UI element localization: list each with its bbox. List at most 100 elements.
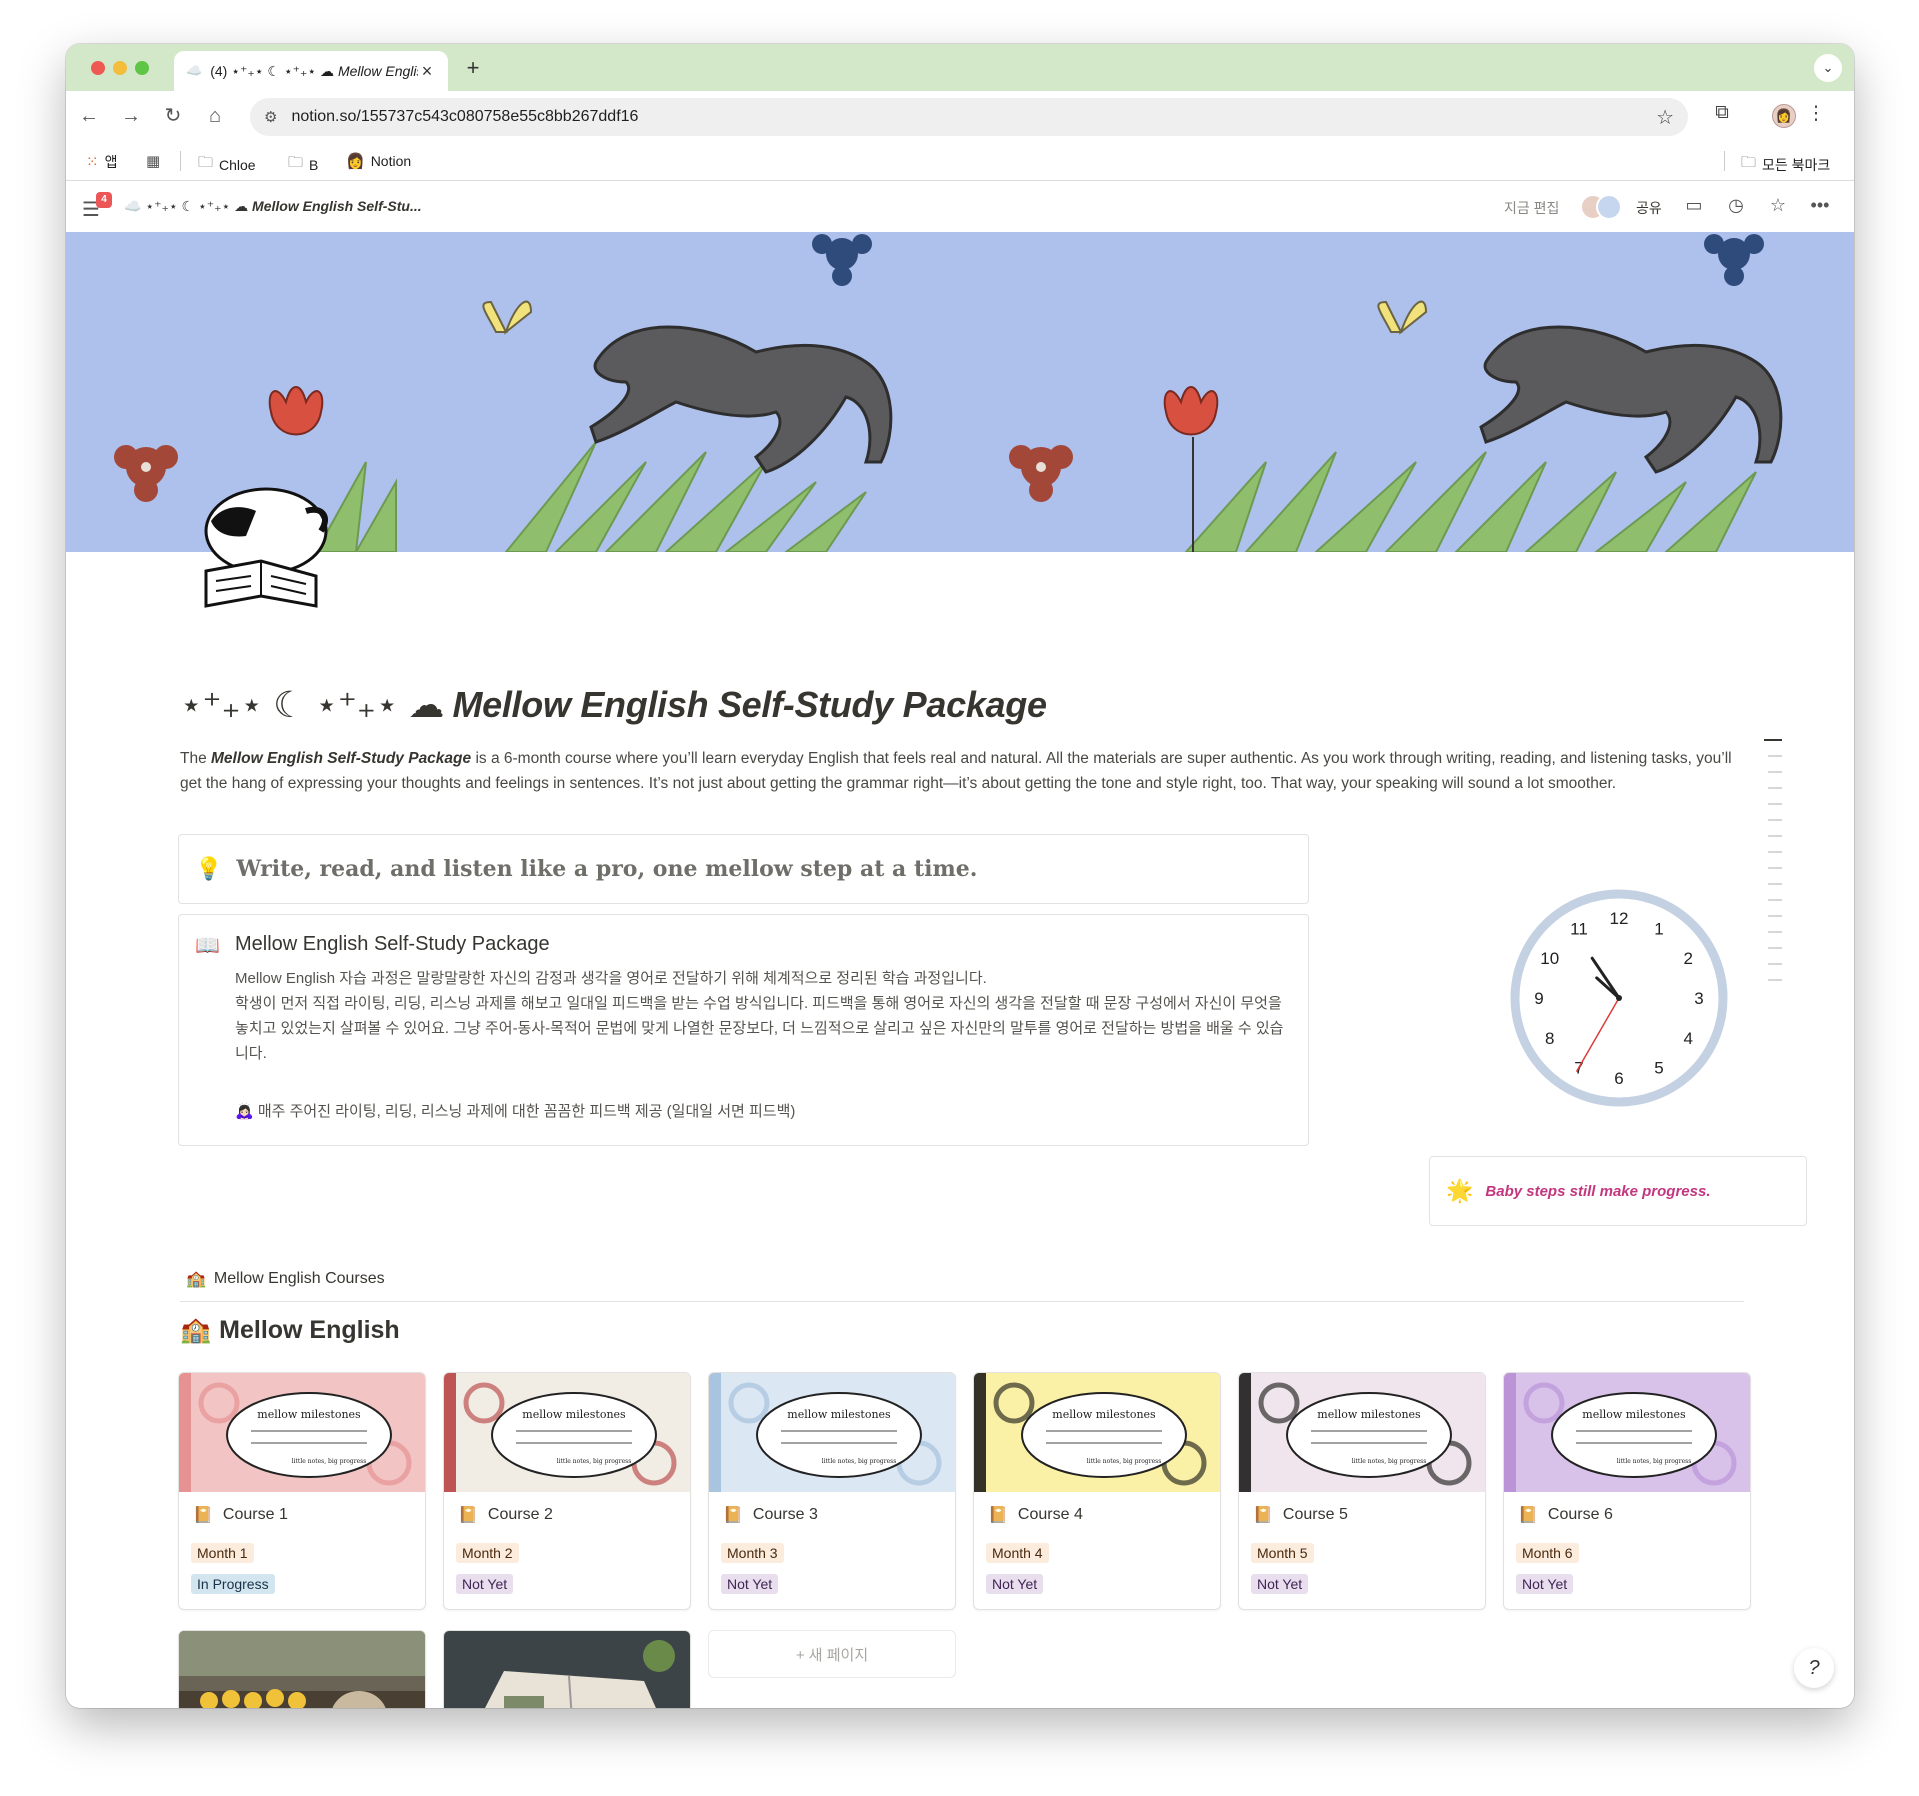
cover-sublabel: little notes, big progress: [1617, 1458, 1692, 1465]
bookmark-apps[interactable]: ⁙ 앱: [86, 152, 117, 172]
status-tag: Not Yet: [1516, 1574, 1574, 1594]
page-icon-cat: [204, 487, 328, 608]
grid-icon: ▦: [146, 153, 161, 170]
clock-number: 5: [1654, 1058, 1663, 1077]
month-tag: Month 1: [191, 1543, 254, 1563]
progress-callout: 🌟 Baby steps still make progress.: [1429, 1156, 1807, 1226]
help-button[interactable]: ?: [1794, 1648, 1834, 1688]
profile-avatar[interactable]: 👩: [1772, 104, 1796, 128]
bookmark-b[interactable]: 🗀 B: [288, 152, 318, 177]
tab-close-icon[interactable]: ×: [418, 61, 436, 82]
progress-callout-text: Baby steps still make progress.: [1485, 1182, 1711, 1200]
status-tag: Not Yet: [986, 1574, 1044, 1594]
package-callout: 📖 Mellow English Self-Study Package Mell…: [178, 914, 1309, 1146]
month-tag: Month 5: [1251, 1543, 1314, 1563]
clock-widget: 121234567891011: [1510, 889, 1728, 1107]
month-tag: Month 4: [986, 1543, 1049, 1563]
share-button[interactable]: 공유: [1636, 198, 1662, 218]
month-tag: Month 2: [456, 1543, 519, 1563]
study-photo: [444, 1631, 690, 1708]
school-icon: 🏫: [180, 1316, 212, 1344]
history-icon[interactable]: ◷: [1724, 195, 1748, 216]
table-of-contents-minimap[interactable]: [1764, 739, 1784, 995]
notification-badge: 4: [96, 192, 112, 208]
gallery-card-photo[interactable]: [443, 1630, 691, 1708]
linked-database-link[interactable]: 🏫 Mellow English Courses: [186, 1269, 385, 1289]
back-icon[interactable]: ←: [76, 103, 102, 129]
tab-title: (4) ⋆⁺₊⋆ ☾ ⋆⁺₊⋆ ☁ Mellow Englis: [210, 62, 418, 79]
package-callout-title: Mellow English Self-Study Package: [235, 933, 550, 955]
course-card[interactable]: mellow milestones little notes, big progr…: [178, 1372, 426, 1610]
site-info-icon[interactable]: ⚙: [264, 108, 277, 126]
course-card[interactable]: mellow milestones little notes, big progr…: [1503, 1372, 1751, 1610]
database-title[interactable]: 🏫 Mellow English: [180, 1316, 400, 1345]
lightbulb-icon: 💡: [195, 856, 223, 881]
package-callout-line2: 학생이 먼저 직접 라이팅, 리딩, 리스닝 과제를 해보고 일대일 피드백을 …: [235, 995, 1284, 1062]
course-card[interactable]: mellow milestones little notes, big progr…: [1238, 1372, 1486, 1610]
browser-tab-active[interactable]: ☁️ (4) ⋆⁺₊⋆ ☾ ⋆⁺₊⋆ ☁ Mellow Englis ×: [174, 51, 448, 91]
clock-number: 6: [1614, 1069, 1623, 1088]
gallery-card-photo[interactable]: [178, 1630, 426, 1708]
extensions-icon[interactable]: ⧉: [1708, 102, 1736, 124]
bookmarks-bar: ⁙ 앱 ▦ 🗀 Chloe 🗀 B 👩 Notion 🗀 모든 북마크: [66, 141, 1854, 181]
browser-menu-icon[interactable]: ⋮: [1802, 102, 1830, 125]
course-card[interactable]: mellow milestones little notes, big progr…: [443, 1372, 691, 1610]
desk-photo: [179, 1631, 425, 1708]
zoom-window-button[interactable]: [135, 61, 149, 75]
clock-number: 2: [1684, 949, 1693, 968]
course-cover-image: mellow milestones little notes, big progr…: [1239, 1373, 1485, 1492]
bookmark-notion[interactable]: 👩 Notion: [346, 152, 411, 170]
cover-label: mellow milestones: [257, 1408, 361, 1421]
school-icon: 🏫: [186, 1271, 206, 1288]
cover-label: mellow milestones: [1317, 1408, 1421, 1421]
package-callout-line1: Mellow English 자습 과정은 말랑말랑한 자신의 감정과 생각을 …: [235, 970, 987, 987]
bookmark-grid[interactable]: ▦: [146, 152, 160, 170]
all-bookmarks[interactable]: 🗀 모든 북마크: [1741, 152, 1830, 177]
notion-topbar: ☰ 4 ☁️ ⋆⁺₊⋆ ☾ ⋆⁺₊⋆ ☁ Mellow English Self…: [66, 182, 1854, 232]
tagline-text: Write, read, and listen like a pro, one …: [236, 856, 978, 882]
cover-sublabel: little notes, big progress: [557, 1458, 632, 1465]
tab-strip: ☁️ (4) ⋆⁺₊⋆ ☾ ⋆⁺₊⋆ ☁ Mellow Englis × + ⌄: [66, 44, 1854, 91]
open-book-icon: 📖: [195, 935, 220, 957]
notion-icon: 👩: [346, 153, 365, 170]
cover-sublabel: little notes, big progress: [292, 1458, 367, 1465]
breadcrumb[interactable]: ☁️ ⋆⁺₊⋆ ☾ ⋆⁺₊⋆ ☁ Mellow English Self-Stu…: [124, 198, 422, 215]
bookmark-chloe[interactable]: 🗀 Chloe: [198, 152, 256, 177]
glowing-star-icon: 🌟: [1446, 1178, 1474, 1203]
home-icon[interactable]: ⌂: [202, 103, 228, 129]
new-page-button[interactable]: + 새 페이지: [708, 1630, 956, 1678]
course-card[interactable]: mellow milestones little notes, big progr…: [708, 1372, 956, 1610]
notebook-icon: 📔: [988, 1507, 1008, 1524]
address-bar[interactable]: ⚙ notion.so/155737c543c080758e55c8bb267d…: [250, 98, 1688, 136]
package-callout-bullet: 🙇🏻‍♀️ 매주 주어진 라이팅, 리딩, 리스닝 과제에 대한 꼼꼼한 피드백…: [235, 1103, 796, 1120]
course-cover-image: mellow milestones little notes, big progr…: [444, 1373, 690, 1492]
month-tag: Month 3: [721, 1543, 784, 1563]
page-title[interactable]: ⋆⁺₊⋆ ☾ ⋆⁺₊⋆ ☁ Mellow English Self-Study P…: [180, 684, 1047, 726]
cover-sublabel: little notes, big progress: [822, 1458, 897, 1465]
collaborator-avatar-2[interactable]: [1596, 194, 1622, 220]
bookmark-star-icon[interactable]: ☆: [1656, 105, 1674, 130]
course-title: 📔 Course 3: [723, 1506, 818, 1524]
intro-paragraph: The Mellow English Self-Study Package is…: [180, 750, 1732, 792]
cover-label: mellow milestones: [522, 1408, 626, 1421]
course-card[interactable]: mellow milestones little notes, big progr…: [973, 1372, 1221, 1610]
new-tab-button[interactable]: +: [458, 53, 488, 83]
clock-number: 4: [1684, 1029, 1693, 1048]
reload-icon[interactable]: ↻: [160, 103, 186, 129]
cover-sublabel: little notes, big progress: [1352, 1458, 1427, 1465]
notebook-icon: 📔: [458, 1507, 478, 1524]
comments-icon[interactable]: ▭: [1682, 195, 1706, 216]
course-cover-image: mellow milestones little notes, big progr…: [1504, 1373, 1750, 1492]
more-options-icon[interactable]: •••: [1808, 195, 1832, 216]
tab-search-button[interactable]: ⌄: [1814, 54, 1842, 82]
folder-icon: 🗀: [198, 154, 214, 171]
tab-favicon: ☁️: [186, 63, 203, 78]
course-title: 📔 Course 2: [458, 1506, 553, 1524]
cover-label: mellow milestones: [1052, 1408, 1156, 1421]
folder-icon: 🗀: [288, 154, 304, 171]
course-title: 📔 Course 4: [988, 1506, 1083, 1524]
favorite-star-icon[interactable]: ☆: [1766, 195, 1790, 216]
minimize-window-button[interactable]: [113, 61, 127, 75]
forward-icon[interactable]: →: [118, 103, 144, 129]
close-window-button[interactable]: [91, 61, 105, 75]
